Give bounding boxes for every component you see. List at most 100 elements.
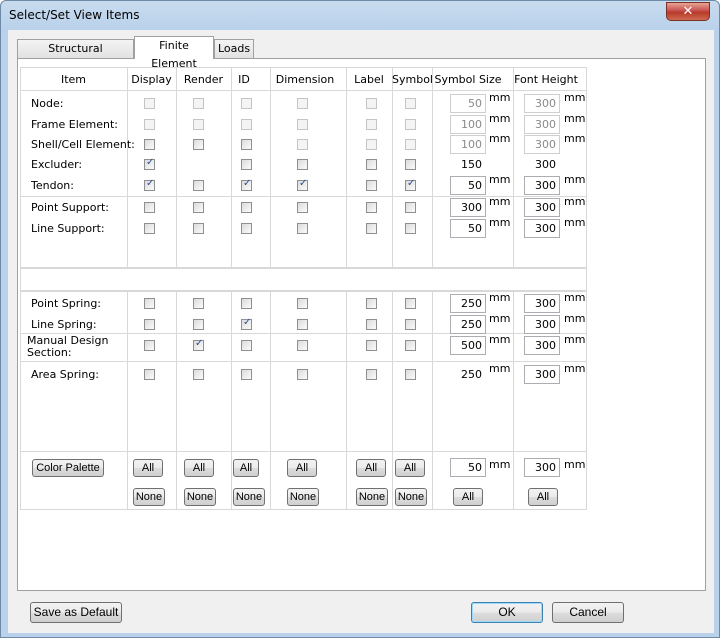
- apply-symbol-size-all-button[interactable]: All: [453, 488, 483, 506]
- font-height-input[interactable]: 300: [524, 294, 560, 313]
- checkbox-render[interactable]: [193, 180, 204, 191]
- checkbox-dimension[interactable]: [297, 340, 308, 351]
- symbol-size-input[interactable]: 250: [450, 365, 486, 384]
- checkbox-display[interactable]: [144, 202, 155, 213]
- font-height-input[interactable]: 300: [524, 176, 560, 195]
- all-id-button[interactable]: All: [233, 459, 259, 477]
- tab-finite-element[interactable]: Finite Element: [134, 36, 214, 70]
- none-render-button[interactable]: None: [184, 488, 216, 506]
- checkbox-display[interactable]: [144, 178, 155, 191]
- checkbox-render[interactable]: [193, 223, 204, 234]
- font-height-input[interactable]: 300: [524, 219, 560, 238]
- checkbox-id[interactable]: [241, 223, 252, 234]
- none-dimension-button[interactable]: None: [287, 488, 319, 506]
- checkbox-render[interactable]: [193, 202, 204, 213]
- checkbox-render[interactable]: [193, 369, 204, 380]
- checkbox-dimension[interactable]: [297, 202, 308, 213]
- symbol-size-input[interactable]: 300: [450, 198, 486, 217]
- font-height-input[interactable]: 300: [524, 315, 560, 334]
- checkbox-id[interactable]: [241, 340, 252, 351]
- ok-button[interactable]: OK: [471, 602, 543, 623]
- all-symbol-button[interactable]: All: [395, 459, 425, 477]
- checkbox-display[interactable]: [144, 319, 155, 330]
- checkbox-display[interactable]: [144, 157, 155, 170]
- symbol-size-input[interactable]: 500: [450, 336, 486, 355]
- checkbox-symbol[interactable]: [405, 340, 416, 351]
- checkbox-display[interactable]: [144, 139, 155, 150]
- all-font-height-input[interactable]: 300: [524, 458, 560, 477]
- tab-structural-components[interactable]: Structural Components: [17, 39, 134, 73]
- symbol-size-input[interactable]: 150: [450, 155, 486, 174]
- checkbox-symbol[interactable]: [405, 319, 416, 330]
- none-symbol-button[interactable]: None: [395, 488, 427, 506]
- font-height-input[interactable]: 300: [524, 135, 560, 154]
- checkbox-id[interactable]: [241, 159, 252, 170]
- checkbox-dimension[interactable]: [297, 298, 308, 309]
- checkbox-display[interactable]: [144, 223, 155, 234]
- checkbox-render[interactable]: [193, 319, 204, 330]
- checkbox-label[interactable]: [366, 319, 377, 330]
- checkbox-symbol[interactable]: [405, 202, 416, 213]
- checkbox-label[interactable]: [366, 159, 377, 170]
- checkbox-dimension[interactable]: [297, 369, 308, 380]
- font-height-input[interactable]: 300: [524, 94, 560, 113]
- checkbox-id[interactable]: [241, 317, 252, 330]
- color-palette-button[interactable]: Color Palette: [32, 459, 104, 477]
- symbol-size-input[interactable]: 50: [450, 176, 486, 195]
- apply-font-height-all-button[interactable]: All: [528, 488, 558, 506]
- checkbox-dimension[interactable]: [297, 178, 308, 191]
- all-dimension-button[interactable]: All: [287, 459, 317, 477]
- checkbox-render[interactable]: [193, 139, 204, 150]
- checkbox-display[interactable]: [144, 369, 155, 380]
- all-label-button[interactable]: All: [356, 459, 386, 477]
- symbol-size-input[interactable]: 250: [450, 315, 486, 334]
- symbol-size-input[interactable]: 100: [450, 135, 486, 154]
- none-display-button[interactable]: None: [133, 488, 165, 506]
- checkbox-id[interactable]: [241, 178, 252, 191]
- checkbox-dimension[interactable]: [297, 319, 308, 330]
- checkbox-label[interactable]: [366, 202, 377, 213]
- all-render-button[interactable]: All: [184, 459, 214, 477]
- save-as-default-button[interactable]: Save as Default: [30, 602, 122, 623]
- font-height-input[interactable]: 300: [524, 115, 560, 134]
- checkbox-render[interactable]: [193, 338, 204, 351]
- checkbox-label[interactable]: [366, 180, 377, 191]
- checkbox-label[interactable]: [366, 369, 377, 380]
- checkbox-dimension[interactable]: [297, 159, 308, 170]
- checkbox-id[interactable]: [241, 298, 252, 309]
- font-height-input[interactable]: 300: [524, 198, 560, 217]
- tab-loads[interactable]: Loads: [214, 39, 254, 59]
- checkbox-symbol[interactable]: [405, 223, 416, 234]
- symbol-size-input[interactable]: 100: [450, 115, 486, 134]
- checkbox-symbol[interactable]: [405, 369, 416, 380]
- font-height-input[interactable]: 300: [524, 155, 560, 174]
- symbol-size-input[interactable]: 50: [450, 219, 486, 238]
- symbol-size-input[interactable]: 50: [450, 94, 486, 113]
- checkbox-id[interactable]: [241, 202, 252, 213]
- font-height-input[interactable]: 300: [524, 336, 560, 355]
- all-symbol-size-input[interactable]: 50: [450, 458, 486, 477]
- checkbox-symbol[interactable]: [405, 159, 416, 170]
- checkbox-id: [241, 119, 252, 130]
- none-id-button[interactable]: None: [233, 488, 265, 506]
- cancel-button[interactable]: Cancel: [552, 602, 624, 623]
- checkbox-display[interactable]: [144, 298, 155, 309]
- checkbox-dimension[interactable]: [297, 223, 308, 234]
- checkbox-label: [366, 98, 377, 109]
- all-display-button[interactable]: All: [133, 459, 163, 477]
- checkbox-label[interactable]: [366, 340, 377, 351]
- symbol-size-input[interactable]: 250: [450, 294, 486, 313]
- close-button[interactable]: ✕: [666, 2, 710, 21]
- title-bar[interactable]: Select/Set View Items ✕: [1, 1, 719, 31]
- checkbox-id[interactable]: [241, 369, 252, 380]
- font-height-input[interactable]: 300: [524, 365, 560, 384]
- checkbox-id[interactable]: [241, 139, 252, 150]
- checkbox-label[interactable]: [366, 298, 377, 309]
- none-label-button[interactable]: None: [356, 488, 388, 506]
- checkbox-label[interactable]: [366, 223, 377, 234]
- unit-label: mm: [489, 173, 511, 186]
- checkbox-render[interactable]: [193, 298, 204, 309]
- checkbox-symbol[interactable]: [405, 298, 416, 309]
- checkbox-symbol[interactable]: [405, 178, 416, 191]
- checkbox-display[interactable]: [144, 340, 155, 351]
